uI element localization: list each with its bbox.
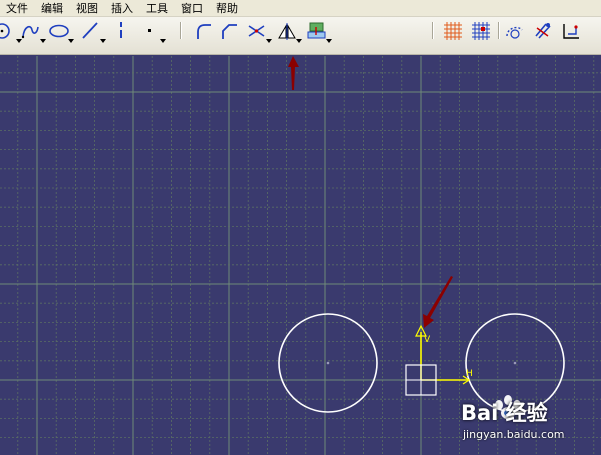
spline-tool-button[interactable] — [20, 20, 46, 43]
menu-item-0[interactable]: 文件 — [0, 0, 35, 17]
grid-button[interactable] — [442, 20, 466, 42]
chevron-down-icon[interactable] — [160, 39, 166, 43]
trim-tool-button[interactable] — [246, 20, 272, 43]
chevron-down-icon[interactable] — [40, 39, 46, 43]
menu-item-2[interactable]: 视图 — [70, 0, 105, 17]
toolbar-separator — [180, 22, 182, 39]
axis-tool-icon — [120, 22, 122, 38]
dimensional-constraints-button[interactable] — [560, 20, 584, 42]
construction-element-icon — [506, 26, 523, 39]
circle-center-point — [513, 361, 517, 365]
project-3d-elements-icon — [307, 22, 326, 39]
menu-item-6[interactable]: 帮助 — [210, 0, 245, 17]
toolbar-separator — [432, 22, 434, 39]
line-tool-icon — [82, 22, 98, 39]
construction-element-button[interactable] — [504, 20, 528, 42]
menu-item-1[interactable]: 编辑 — [35, 0, 70, 17]
snap-to-point-icon — [472, 22, 490, 40]
project-3d-elements-button[interactable] — [306, 20, 332, 43]
point-tool-button[interactable] — [140, 20, 166, 43]
dimensional-constraints-icon — [563, 24, 579, 39]
axis-tool-button[interactable] — [110, 20, 134, 42]
annotation-arrow-axis — [423, 276, 453, 328]
menu-item-4[interactable]: 工具 — [140, 0, 175, 17]
h-axis-label: H — [466, 369, 473, 379]
chevron-down-icon[interactable] — [296, 39, 302, 43]
menu-item-5[interactable]: 窗口 — [175, 0, 210, 17]
chevron-down-icon[interactable] — [266, 39, 272, 43]
sketch-toolbar — [0, 17, 601, 55]
mirror-tool-button[interactable] — [276, 20, 302, 43]
corner-tool-icon — [197, 24, 211, 39]
watermark-url: jingyan.baidu.com — [463, 428, 565, 441]
line-tool-button[interactable] — [80, 20, 106, 43]
chevron-down-icon[interactable] — [326, 39, 332, 43]
circle-center-point — [326, 361, 330, 365]
snap-to-point-button[interactable] — [470, 20, 494, 42]
chamfer-tool-icon — [222, 24, 237, 39]
geometrical-constraints-button[interactable] — [532, 20, 556, 42]
menu-bar: 文件 编辑 视图 插入 工具 窗口 帮助 — [0, 0, 601, 17]
chevron-down-icon[interactable] — [68, 39, 74, 43]
grid-icon — [444, 22, 462, 40]
geometrical-constraints-icon — [535, 23, 551, 39]
ellipse-tool-icon — [49, 24, 69, 38]
mirror-tool-icon — [278, 23, 296, 40]
annotation-arrow-toolbar — [288, 56, 299, 90]
point-tool-icon — [148, 29, 151, 32]
circle-tool-button[interactable] — [0, 20, 22, 43]
v-axis-label: V — [424, 335, 431, 345]
chamfer-tool-button[interactable] — [218, 20, 242, 42]
trim-tool-icon — [248, 25, 265, 37]
watermark-brand: Bai 经验 — [461, 401, 548, 425]
toolbar-separator — [498, 22, 500, 39]
ellipse-tool-button[interactable] — [48, 20, 74, 43]
corner-tool-button[interactable] — [192, 20, 216, 42]
menu-item-3[interactable]: 插入 — [105, 0, 140, 17]
chevron-down-icon[interactable] — [100, 39, 106, 43]
spline-tool-icon — [21, 25, 39, 39]
